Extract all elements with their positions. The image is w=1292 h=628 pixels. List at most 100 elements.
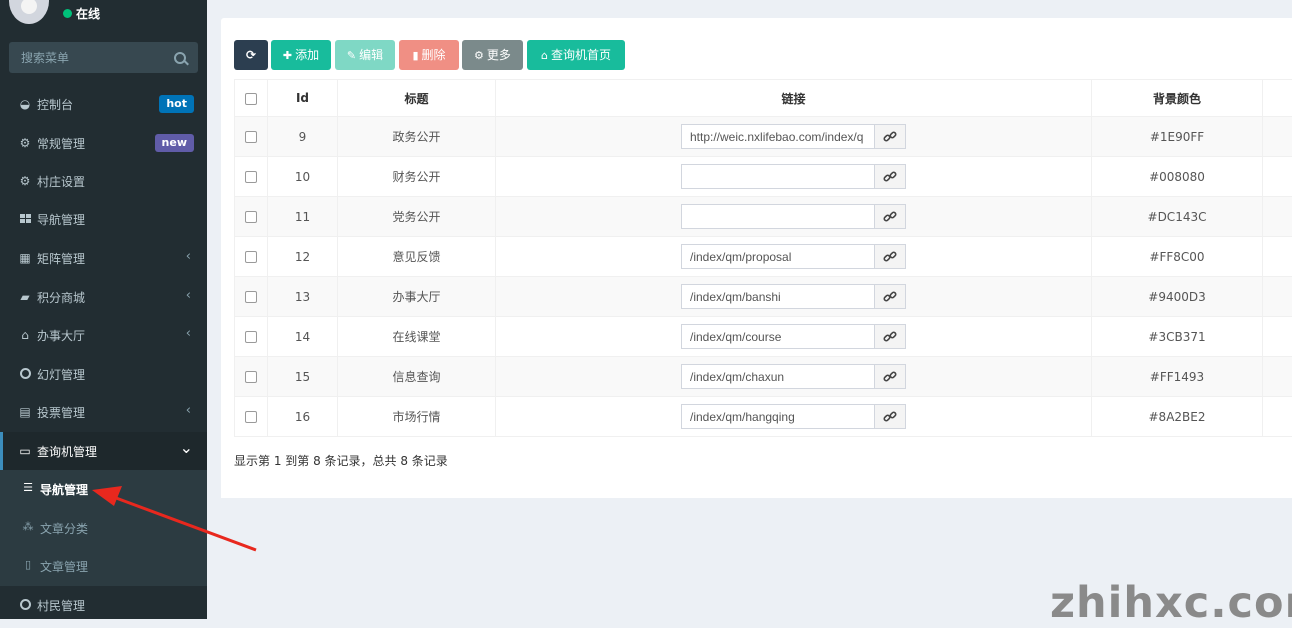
- column-header-bg-color[interactable]: 背景颜色: [1092, 80, 1263, 117]
- delete-label: 删除: [422, 48, 446, 62]
- column-header-id[interactable]: Id: [268, 80, 338, 117]
- cell-bg-color: #008080: [1092, 157, 1263, 197]
- open-link-button[interactable]: [875, 204, 906, 229]
- link-input[interactable]: [681, 404, 875, 429]
- link-input[interactable]: [681, 324, 875, 349]
- link-input[interactable]: [681, 284, 875, 309]
- sidebar-item-general[interactable]: ⚙ 常规管理 new: [0, 124, 207, 162]
- cell-title: 意见反馈: [338, 237, 496, 277]
- table-row[interactable]: 14在线课堂#3CB371: [235, 317, 1292, 357]
- link-input-group: [681, 124, 906, 149]
- table-row[interactable]: 12意见反馈#FF8C00: [235, 237, 1292, 277]
- submenu-item-article-category[interactable]: ⁂ 文章分类: [0, 509, 207, 547]
- search-icon[interactable]: [174, 52, 186, 64]
- table-row[interactable]: 16市场行情#8A2BE2: [235, 397, 1292, 437]
- table-row[interactable]: 10财务公开#008080: [235, 157, 1292, 197]
- link-input[interactable]: [681, 124, 875, 149]
- cell-link: [496, 157, 1092, 197]
- home-label: 查询机首页: [551, 48, 611, 62]
- open-link-button[interactable]: [875, 364, 906, 389]
- row-checkbox[interactable]: [245, 131, 257, 143]
- table-row[interactable]: 15信息查询#FF1493: [235, 357, 1292, 397]
- row-checkbox[interactable]: [245, 251, 257, 263]
- row-checkbox[interactable]: [245, 171, 257, 183]
- circle-icon: [18, 367, 32, 381]
- open-link-button[interactable]: [875, 284, 906, 309]
- link-input[interactable]: [681, 204, 875, 229]
- cell-extra: [1263, 157, 1292, 197]
- row-checkbox[interactable]: [245, 291, 257, 303]
- sidebar-item-villagers[interactable]: 村民管理: [0, 586, 207, 624]
- delete-button[interactable]: ▮删除: [399, 40, 459, 70]
- sidebar-item-service-hall[interactable]: ⌂ 办事大厅 ‹: [0, 316, 207, 354]
- row-checkbox[interactable]: [245, 211, 257, 223]
- table-row[interactable]: 13办事大厅#9400D3: [235, 277, 1292, 317]
- sidebar-item-points-mall[interactable]: ▰ 积分商城 ‹: [0, 278, 207, 316]
- link-icon: [883, 170, 897, 184]
- cell-title: 党务公开: [338, 197, 496, 237]
- link-icon: [883, 250, 897, 264]
- table-row[interactable]: 11党务公开#DC143C: [235, 197, 1292, 237]
- more-button[interactable]: ⚙更多: [462, 40, 523, 70]
- sidebar-item-navigation[interactable]: 导航管理: [0, 200, 207, 238]
- cell-link: [496, 397, 1092, 437]
- kiosk-home-button[interactable]: ⌂查询机首页: [527, 40, 625, 70]
- open-link-button[interactable]: [875, 164, 906, 189]
- chevron-left-icon: ‹: [186, 326, 191, 341]
- sidebar-item-label: 常规管理: [37, 135, 85, 152]
- edit-button[interactable]: ✎编辑: [335, 40, 395, 70]
- cell-id: 15: [268, 357, 338, 397]
- row-select-cell: [235, 317, 268, 357]
- open-link-button[interactable]: [875, 124, 906, 149]
- cell-extra: [1263, 277, 1292, 317]
- sidebar-search: [9, 42, 198, 73]
- sidebar-item-label: 控制台: [37, 96, 73, 113]
- table-row[interactable]: 9政务公开#1E90FF: [235, 117, 1292, 157]
- row-checkbox[interactable]: [245, 371, 257, 383]
- refresh-button[interactable]: ⟳: [234, 40, 268, 70]
- link-input[interactable]: [681, 244, 875, 269]
- circle-icon: [18, 598, 32, 612]
- user-status: 在线: [76, 5, 100, 22]
- open-link-button[interactable]: [875, 244, 906, 269]
- cell-link: [496, 357, 1092, 397]
- link-input-group: [681, 244, 906, 269]
- column-header-link[interactable]: 链接: [496, 80, 1092, 117]
- link-input[interactable]: [681, 164, 875, 189]
- row-checkbox[interactable]: [245, 411, 257, 423]
- column-header-title[interactable]: 标题: [338, 80, 496, 117]
- home-icon: ⌂: [541, 49, 548, 62]
- submenu-item-navigation[interactable]: ☰ 导航管理: [0, 470, 207, 508]
- sidebar-item-slides[interactable]: 幻灯管理: [0, 355, 207, 393]
- submenu-item-label: 导航管理: [40, 481, 88, 498]
- chevron-left-icon: ‹: [186, 288, 191, 303]
- cell-id: 16: [268, 397, 338, 437]
- open-link-button[interactable]: [875, 324, 906, 349]
- sidebar-item-dashboard[interactable]: ◒ 控制台 hot: [0, 85, 207, 123]
- open-link-button[interactable]: [875, 404, 906, 429]
- cell-bg-color: #9400D3: [1092, 277, 1263, 317]
- sidebar-item-village-settings[interactable]: ⚙ 村庄设置: [0, 162, 207, 200]
- select-all-checkbox[interactable]: [245, 93, 257, 105]
- link-input[interactable]: [681, 364, 875, 389]
- sidebar-item-kiosk[interactable]: ▭ 查询机管理 ⌄: [0, 432, 207, 470]
- row-select-cell: [235, 157, 268, 197]
- sidebar-item-voting[interactable]: ▤ 投票管理 ‹: [0, 393, 207, 431]
- list-icon: ☰: [22, 482, 34, 494]
- row-select-cell: [235, 277, 268, 317]
- gear-icon: ⚙: [474, 49, 484, 62]
- cell-bg-color: #1E90FF: [1092, 117, 1263, 157]
- cell-bg-color: #8A2BE2: [1092, 397, 1263, 437]
- avatar[interactable]: [9, 0, 49, 24]
- row-select-cell: [235, 117, 268, 157]
- row-select-cell: [235, 397, 268, 437]
- sidebar-item-matrix[interactable]: ▦ 矩阵管理 ‹: [0, 239, 207, 277]
- sidebar-item-label: 投票管理: [37, 404, 85, 421]
- link-input-group: [681, 204, 906, 229]
- add-button[interactable]: ✚添加: [271, 40, 331, 70]
- row-checkbox[interactable]: [245, 331, 257, 343]
- search-input[interactable]: [9, 42, 171, 73]
- submenu-item-article-manage[interactable]: ▯ 文章管理: [0, 547, 207, 585]
- cell-bg-color: #3CB371: [1092, 317, 1263, 357]
- cell-id: 14: [268, 317, 338, 357]
